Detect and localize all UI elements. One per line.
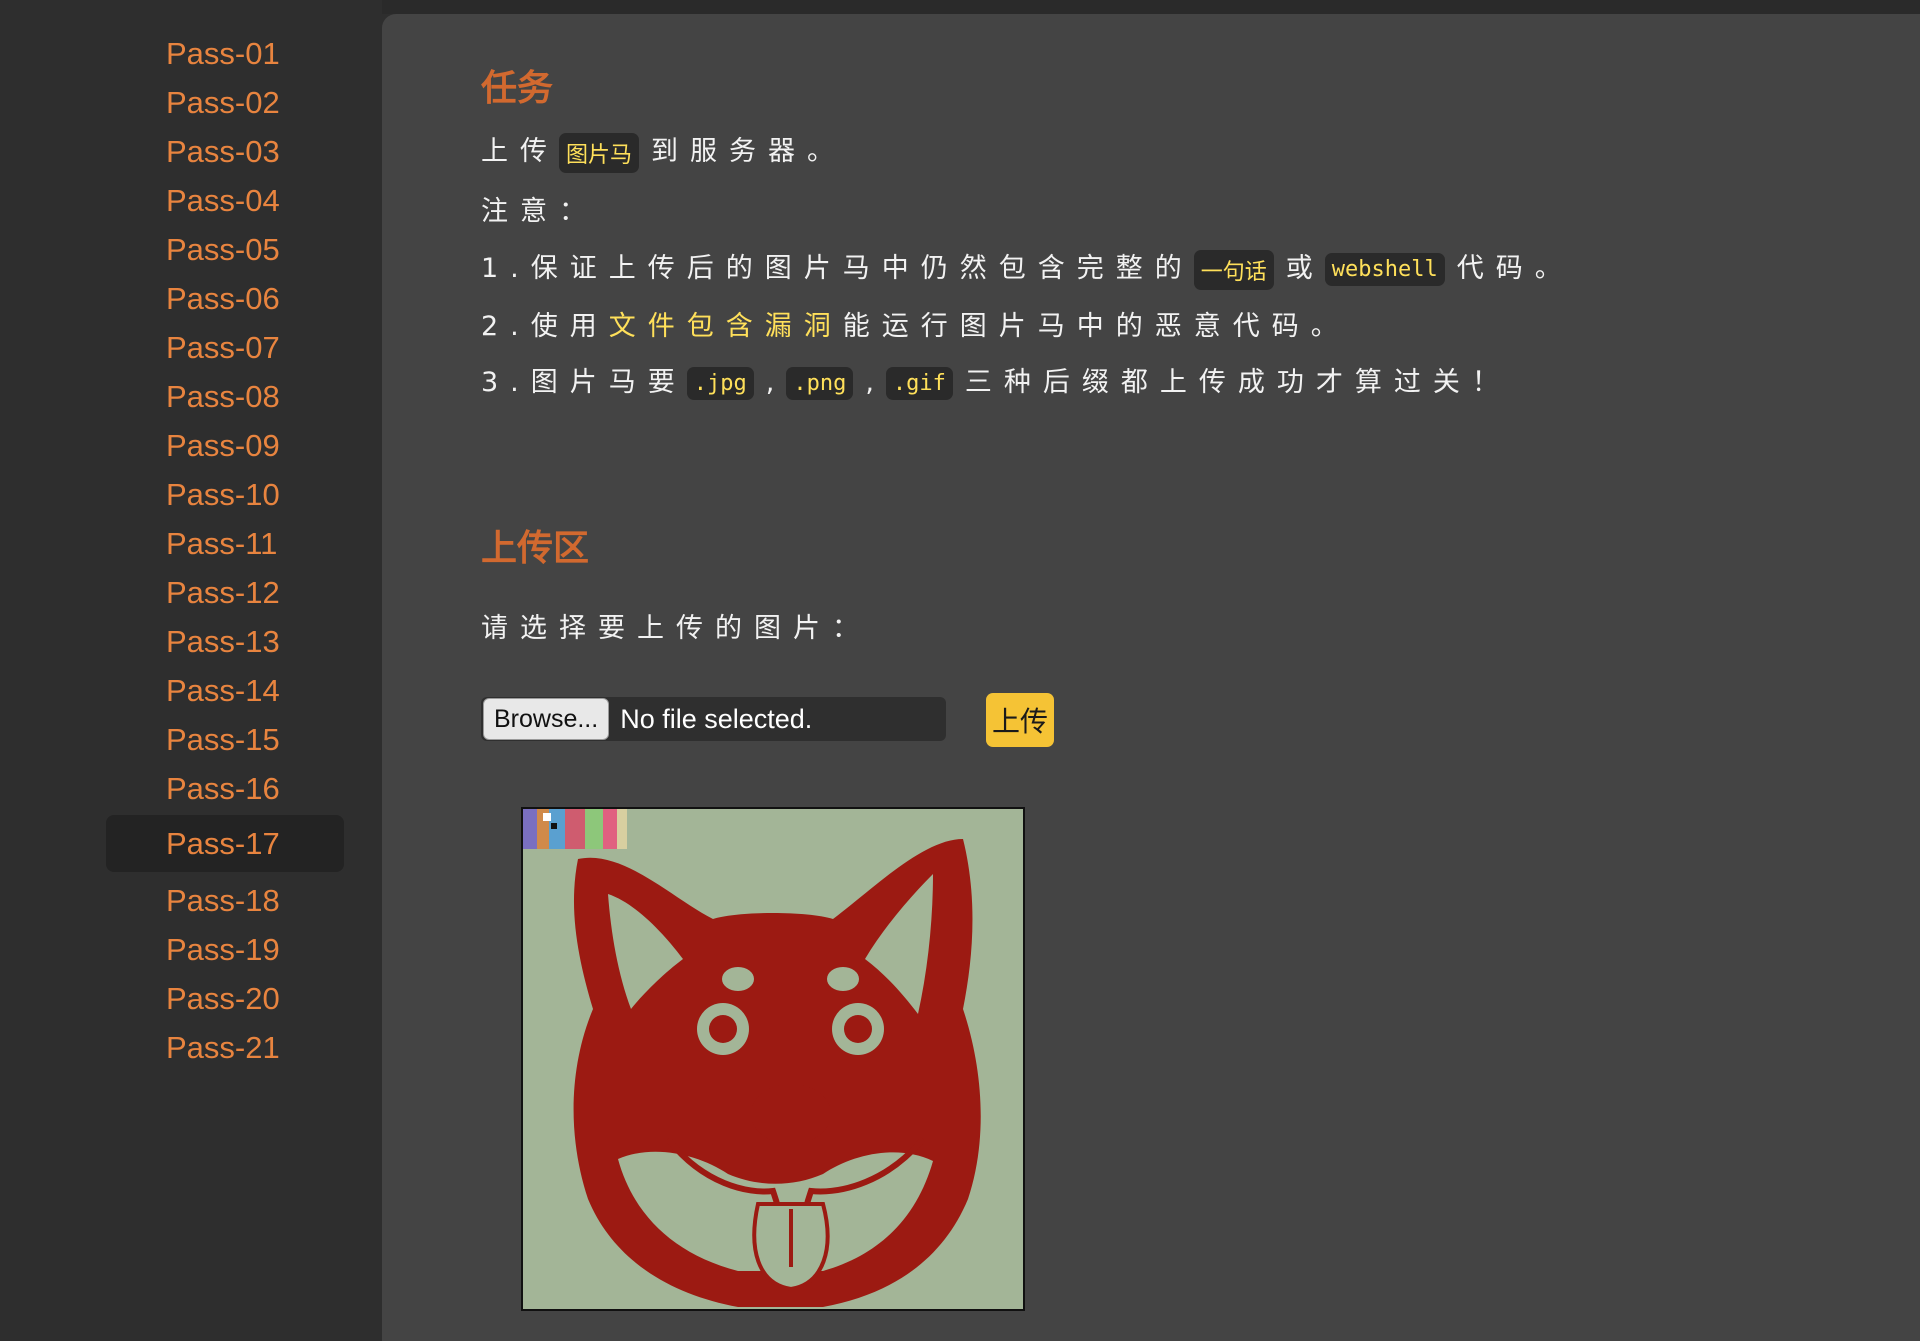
upload-heading: 上传区 (481, 528, 590, 569)
sidebar-item-pass-10[interactable]: Pass-10 (106, 470, 344, 519)
sidebar-item-pass-15[interactable]: Pass-15 (106, 715, 344, 764)
task-point-3: 3.图片马要 .jpg, .png, .gif 三种后缀都上传成功才算过关！ (481, 360, 1511, 400)
task-point-1: 1.保证上传后的图片马中仍然包含完整的 一句话或 webshell 代码。 (481, 246, 1574, 290)
point-2-pre: 2.使用 (481, 311, 609, 342)
uploaded-image-preview (521, 807, 1025, 1311)
sidebar-item-pass-07[interactable]: Pass-07 (106, 323, 344, 372)
code-image-horse: 图片马 (559, 132, 640, 173)
task-line-1: 上传 图片马 到服务器。 (481, 129, 846, 173)
code-one-liner: 一句话 (1193, 249, 1274, 290)
sidebar-item-pass-09[interactable]: Pass-09 (106, 421, 344, 470)
file-status: No file selected. (620, 703, 813, 734)
sidebar-item-pass-14[interactable]: Pass-14 (106, 666, 344, 715)
upload-prompt: 请选择要上传的图片： (481, 613, 871, 644)
task-line-1-post: 到服务器。 (651, 136, 847, 167)
sidebar-item-pass-18[interactable]: Pass-18 (106, 876, 344, 925)
sidebar-item-pass-21[interactable]: Pass-21 (106, 1023, 344, 1072)
upload-button[interactable]: 上传 (986, 693, 1054, 747)
sidebar-item-pass-06[interactable]: Pass-06 (106, 274, 344, 323)
sidebar: Pass-01 Pass-02 Pass-03 Pass-04 Pass-05 Pass-… (0, 0, 382, 1341)
sidebar-item-pass-01[interactable]: Pass-01 (106, 29, 344, 78)
task-note: 注意： (481, 196, 598, 227)
sidebar-item-pass-04[interactable]: Pass-04 (106, 176, 344, 225)
code-png: .png (786, 367, 854, 400)
point-1-pre: 1.保证上传后的图片马中仍然包含完整的 (481, 253, 1194, 284)
sidebar-item-pass-08[interactable]: Pass-08 (106, 372, 344, 421)
sidebar-item-pass-17[interactable]: Pass-17 (106, 815, 344, 872)
sidebar-item-pass-20[interactable]: Pass-20 (106, 974, 344, 1023)
sidebar-item-pass-16[interactable]: Pass-16 (106, 764, 344, 813)
point-3-post: 三种后缀都上传成功才算过关！ (964, 367, 1511, 398)
code-jpg: .jpg (686, 367, 754, 400)
point-3-sep-1: , (765, 367, 787, 398)
sidebar-item-pass-12[interactable]: Pass-12 (106, 568, 344, 617)
task-heading: 任务 (481, 68, 554, 109)
point-2-post: 能运行图片马中的恶意代码。 (842, 311, 1350, 342)
browse-button[interactable]: Browse... (483, 698, 610, 740)
red-dog-face-icon (523, 809, 1023, 1309)
sidebar-menu: Pass-01 Pass-02 Pass-03 Pass-04 Pass-05 Pass-… (106, 29, 344, 1072)
main-panel: 任务 上传 图片马 到服务器。 注意： 1.保证上传后的图片马中仍然包含完整的 一句话… (382, 14, 1920, 1341)
point-1-mid: 或 (1285, 253, 1325, 284)
sidebar-item-pass-19[interactable]: Pass-19 (106, 925, 344, 974)
sidebar-item-pass-11[interactable]: Pass-11 (106, 519, 344, 568)
file-input[interactable]: Browse... No file selected. (481, 697, 946, 741)
sidebar-item-pass-02[interactable]: Pass-02 (106, 78, 344, 127)
point-3-sep-2: , (865, 367, 886, 398)
file-inclusion-highlight: 文件包含漏洞 (608, 311, 843, 342)
point-3-pre: 3.图片马要 (481, 367, 687, 398)
code-webshell: webshell (1324, 253, 1445, 286)
code-gif: .gif (885, 367, 953, 400)
sidebar-item-pass-13[interactable]: Pass-13 (106, 617, 344, 666)
sidebar-item-pass-05[interactable]: Pass-05 (106, 225, 344, 274)
sidebar-item-pass-03[interactable]: Pass-03 (106, 127, 344, 176)
task-line-1-pre: 上传 (481, 136, 559, 167)
task-point-2: 2.使用文件包含漏洞能运行图片马中的恶意代码。 (481, 304, 1350, 343)
point-1-post: 代码。 (1456, 253, 1574, 284)
